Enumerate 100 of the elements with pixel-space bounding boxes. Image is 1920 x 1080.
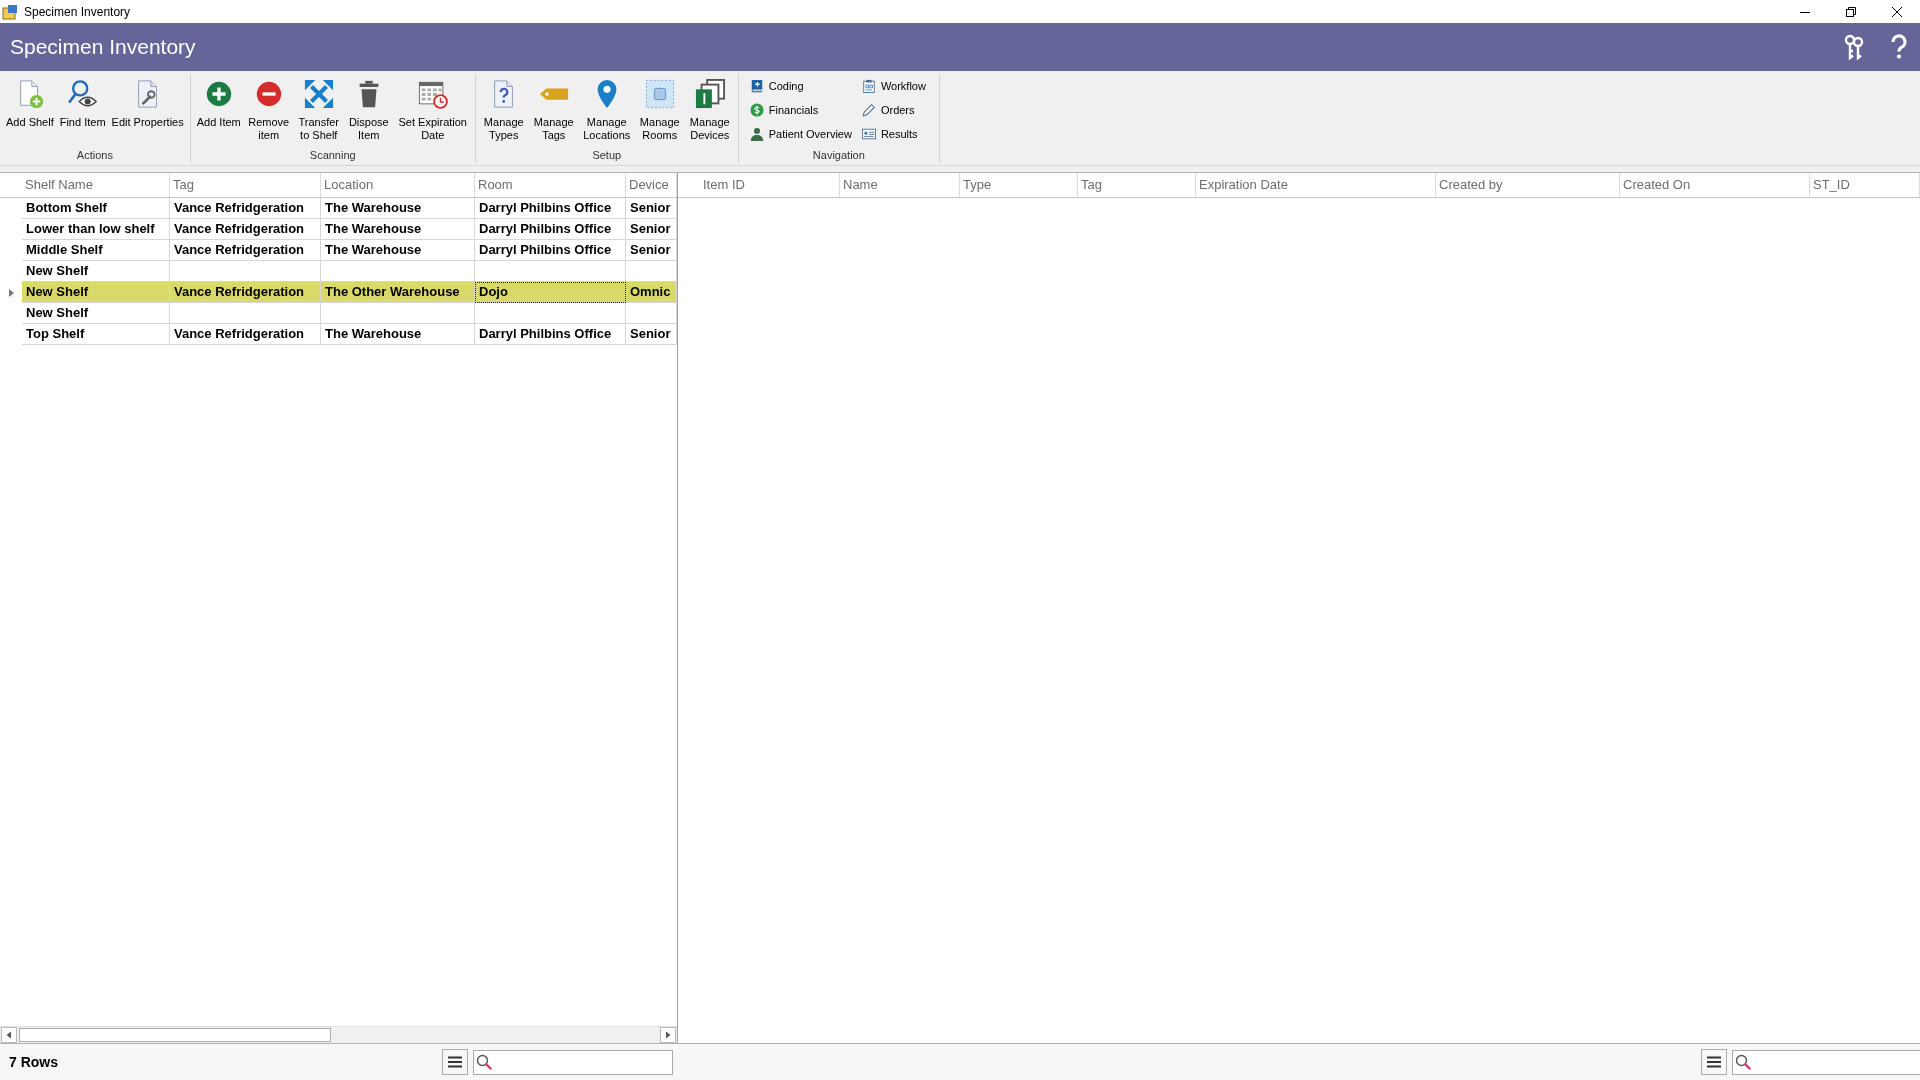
window-title: Specimen Inventory — [24, 4, 131, 19]
menu-icon — [448, 1056, 462, 1068]
clipboard-icon — [861, 79, 876, 93]
menu-button[interactable] — [1701, 1049, 1727, 1075]
nav-link[interactable]: Financials — [747, 98, 854, 122]
column-header[interactable]: Item ID — [700, 173, 840, 197]
ribbon-button[interactable]: Find Item — [56, 77, 109, 131]
table-cell: Vance Refridgeration — [170, 219, 321, 240]
search-field[interactable] — [1732, 1049, 1920, 1075]
row-count: 7 Rows — [9, 1054, 58, 1070]
person-icon — [749, 127, 764, 141]
table-cell: Darryl Philbins Office — [475, 219, 626, 240]
ribbon-button[interactable]: Manage Rooms — [634, 77, 685, 144]
table-row[interactable]: New Shelf Vance Refridgeration The Other Warehouse Dojo Omnic — [0, 282, 677, 303]
nav-link[interactable]: Orders — [859, 98, 928, 122]
table-cell: Darryl Philbins Office — [475, 324, 626, 345]
table-cell: Vance Refridgeration — [170, 282, 321, 303]
table-cell: The Warehouse — [321, 198, 475, 219]
scroll-left-icon[interactable] — [1, 1027, 17, 1043]
ribbon-button[interactable]: Edit Properties — [108, 77, 187, 131]
table-cell: Vance Refridgeration — [170, 240, 321, 261]
column-header[interactable]: Created by — [1436, 173, 1620, 197]
column-header[interactable]: Created On — [1620, 173, 1810, 197]
table-cell: The Warehouse — [321, 219, 475, 240]
search-field[interactable] — [473, 1049, 673, 1075]
nav-link[interactable]: Coding — [747, 74, 854, 98]
column-header[interactable]: Expiration Date — [1196, 173, 1436, 197]
book-icon — [749, 79, 764, 93]
table-cell: Bottom Shelf — [22, 198, 170, 219]
app-title: Specimen Inventory — [10, 35, 196, 59]
table-row[interactable]: Bottom Shelf Vance Refridgeration The Warehouse Darryl Philbins Office Senior — [0, 198, 677, 219]
id-card-icon — [861, 127, 876, 141]
column-header[interactable]: Tag — [170, 173, 321, 197]
table-cell: The Other Warehouse — [321, 282, 475, 303]
column-header[interactable]: Device — [626, 173, 677, 197]
coin-icon — [749, 103, 764, 117]
app-icon — [2, 3, 18, 20]
column-header[interactable]: Tag — [1078, 173, 1196, 197]
table-cell: New Shelf — [22, 282, 170, 303]
ribbon-button[interactable]: Remove item — [243, 77, 294, 144]
table-row[interactable]: New Shelf — [0, 303, 677, 324]
table-cell: Vance Refridgeration — [170, 324, 321, 345]
table-cell: Dojo — [475, 282, 626, 303]
ribbon-button[interactable]: Manage Tags — [528, 77, 579, 144]
table-row[interactable]: Middle Shelf Vance Refridgeration The Warehouse Darryl Philbins Office Senior — [0, 240, 677, 261]
table-cell: Middle Shelf — [22, 240, 170, 261]
scrollbar-track[interactable] — [0, 1026, 677, 1043]
table-cell: New Shelf — [22, 303, 170, 324]
ribbon-button[interactable]: Manage Types — [478, 77, 529, 144]
nav-link[interactable]: Results — [859, 122, 928, 146]
group-label: Scanning — [308, 148, 357, 162]
ribbon-button[interactable]: Add Shelf — [3, 77, 57, 131]
table-cell: The Warehouse — [321, 240, 475, 261]
nav-link[interactable]: Workflow — [859, 74, 928, 98]
group-label: Actions — [75, 148, 114, 162]
ribbon-button[interactable]: Dispose Item — [343, 77, 394, 144]
column-header[interactable]: Room — [475, 173, 626, 197]
search-icon — [1735, 1054, 1751, 1070]
group-label: Navigation — [811, 148, 866, 162]
table-cell: Lower than low shelf — [22, 219, 170, 240]
table-cell: Top Shelf — [22, 324, 170, 345]
pencil-icon — [861, 103, 876, 117]
table-row[interactable]: Top Shelf Vance Refridgeration The Warehouse Darryl Philbins Office Senior — [0, 324, 677, 345]
help-icon[interactable] — [1890, 34, 1908, 60]
table-cell: Darryl Philbins Office — [475, 240, 626, 261]
column-header[interactable]: Location — [321, 173, 475, 197]
nav-link[interactable]: Patient Overview — [747, 122, 854, 146]
ribbon-button[interactable]: Manage Locations — [578, 77, 635, 144]
four-arrows-icon — [303, 79, 334, 109]
group-label: Setup — [591, 148, 623, 162]
table-row[interactable]: Lower than low shelf Vance Refridgeration The Warehouse Darryl Philbins Office Senior — [0, 219, 677, 240]
menu-icon — [1707, 1056, 1721, 1068]
ribbon-button[interactable]: Add Item — [193, 77, 244, 131]
scrollbar-thumb[interactable] — [19, 1028, 331, 1042]
table-cell: The Warehouse — [321, 324, 475, 345]
column-header[interactable]: Shelf Name — [22, 173, 170, 197]
keys-icon[interactable] — [1842, 34, 1866, 60]
table-cell: Darryl Philbins Office — [475, 198, 626, 219]
column-header[interactable]: Type — [960, 173, 1078, 197]
calendar-clock-icon — [417, 79, 448, 109]
table-cell: Senior — [626, 240, 677, 261]
ribbon-button[interactable]: Manage Devices — [684, 77, 735, 144]
column-header[interactable]: ST_ID — [1810, 173, 1920, 197]
square-icon — [644, 79, 675, 109]
table-cell: Omnic — [626, 282, 677, 303]
table-cell: Vance Refridgeration — [170, 198, 321, 219]
ribbon-button[interactable]: Transfer to Shelf — [293, 77, 344, 144]
column-header[interactable]: Name — [840, 173, 960, 197]
search-icon — [476, 1054, 492, 1070]
menu-button[interactable] — [442, 1049, 468, 1075]
card-stack-icon — [694, 79, 725, 109]
restore-icon[interactable] — [1846, 6, 1856, 17]
scroll-right-icon[interactable] — [660, 1027, 676, 1043]
row-pointer-icon — [8, 288, 14, 297]
table-cell: Senior — [626, 219, 677, 240]
ribbon-button[interactable]: Set Expiration Date — [393, 77, 472, 144]
close-icon[interactable] — [1892, 6, 1902, 17]
magnifier-eye-icon — [67, 79, 98, 109]
table-cell: Senior — [626, 324, 677, 345]
table-cell: Senior — [626, 198, 677, 219]
